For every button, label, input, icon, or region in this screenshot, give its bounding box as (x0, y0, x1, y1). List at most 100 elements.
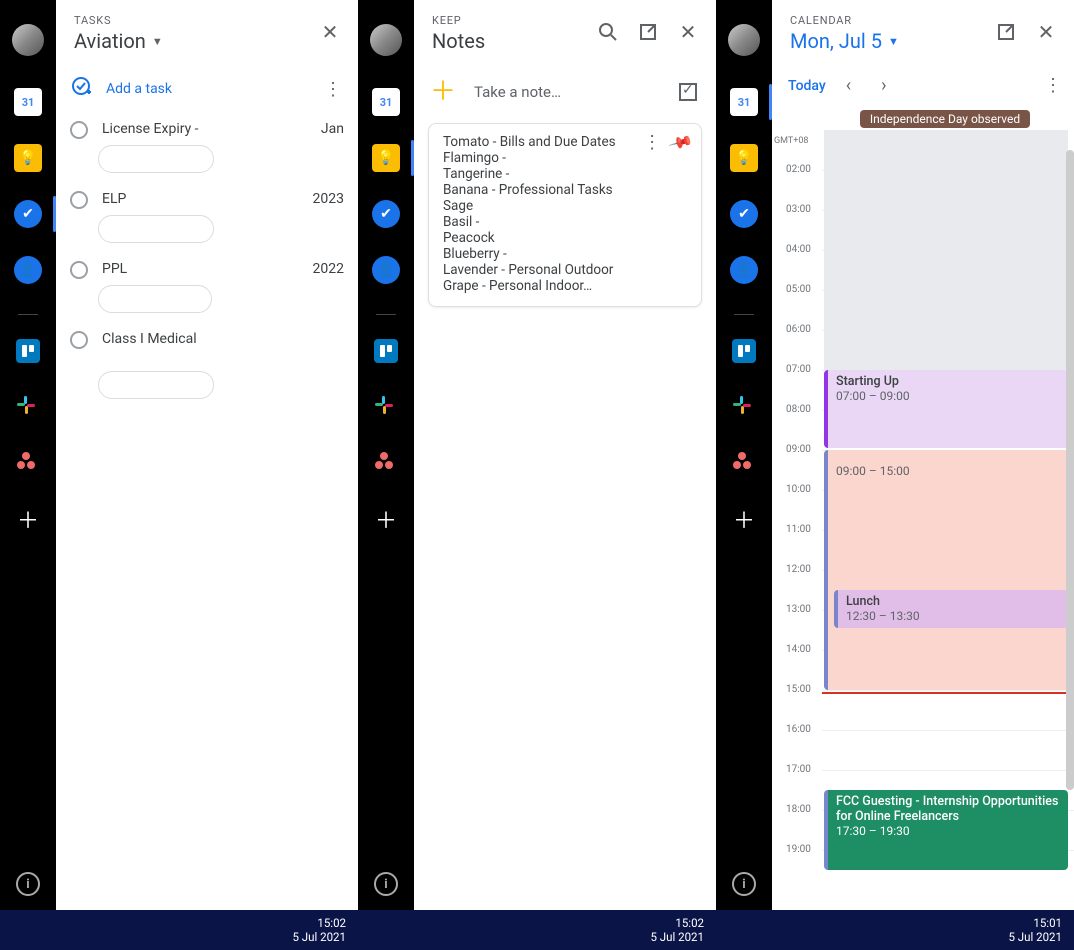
add-task-button[interactable]: Add a task (72, 77, 172, 101)
asana-app-icon[interactable] (726, 445, 762, 481)
calendar-event[interactable]: FCC Guesting - Internship Opportunities … (824, 790, 1068, 870)
allday-event[interactable]: Independence Day observed (860, 110, 1030, 128)
today-button[interactable]: Today (788, 78, 826, 94)
plus-icon: ＋ (430, 79, 456, 105)
clock-time: 15:02 (675, 916, 704, 930)
panel-eyebrow: TASKS (74, 14, 318, 27)
calendar-app-icon[interactable]: 31 (10, 84, 46, 120)
info-icon[interactable]: i (732, 872, 756, 896)
tasks-app-icon[interactable]: ✔ (726, 196, 762, 232)
take-note-button[interactable]: ＋ Take a note… (430, 79, 561, 105)
calendar-event[interactable]: 09:00 – 15:00 (824, 450, 1068, 690)
trello-app-icon[interactable] (368, 333, 404, 369)
close-icon[interactable]: ✕ (676, 20, 700, 44)
note-card[interactable]: ⋮ 📌 Tomato - Bills and Due Dates Flaming… (428, 123, 702, 307)
clock: 15:02 5 Jul 2021 (0, 910, 358, 950)
calendar-date-selector[interactable]: Mon, Jul 5 ▼ (790, 29, 994, 53)
asana-app-icon[interactable] (10, 445, 46, 481)
next-day-icon[interactable]: › (871, 71, 896, 100)
task-title: PPL (102, 261, 127, 277)
slack-app-icon[interactable] (10, 389, 46, 425)
clock-date: 5 Jul 2021 (650, 930, 704, 944)
hour-label: 15:00 (786, 684, 811, 695)
hour-label: 14:00 (786, 644, 811, 655)
divider (734, 314, 754, 315)
add-app-icon[interactable]: ＋ (10, 501, 46, 537)
task-item[interactable]: Class I Medical (66, 323, 348, 351)
task-checkbox[interactable] (70, 121, 88, 139)
hour-label: 12:00 (786, 564, 811, 575)
note-more-icon[interactable]: ⋮ (643, 132, 661, 153)
open-external-icon[interactable] (636, 20, 660, 44)
calendar-app-icon[interactable]: 31 (726, 84, 762, 120)
keep-app-icon[interactable]: 💡 (726, 140, 762, 176)
task-item[interactable]: PPL2022 (66, 253, 348, 281)
prev-day-icon[interactable]: ‹ (836, 71, 861, 100)
close-icon[interactable]: ✕ (318, 20, 342, 44)
task-checkbox[interactable] (70, 191, 88, 209)
contacts-app-icon[interactable]: 👤 (368, 252, 404, 288)
hour-line (822, 770, 1074, 771)
hour-label: 09:00 (786, 444, 811, 455)
tasks-app-icon[interactable]: ✔ (10, 196, 46, 232)
calendar-event[interactable]: Starting Up 07:00 – 09:00 (824, 370, 1068, 448)
open-external-icon[interactable] (994, 20, 1018, 44)
pin-icon[interactable]: 📌 (668, 129, 695, 155)
contacts-app-icon[interactable]: 👤 (726, 252, 762, 288)
avatar[interactable] (728, 24, 760, 56)
info-icon[interactable]: i (374, 872, 398, 896)
tasks-list-name: Aviation (74, 29, 146, 53)
add-task-icon (72, 77, 92, 101)
tasks-app-icon[interactable]: ✔ (368, 196, 404, 232)
calendar-event[interactable]: Lunch 12:30 – 13:30 (834, 590, 1068, 628)
task-date-chip[interactable] (98, 145, 214, 173)
hour-row[interactable]: 15:00 (772, 690, 1074, 730)
scrollbar[interactable] (1066, 150, 1074, 790)
panel-eyebrow: KEEP (432, 14, 596, 27)
more-icon[interactable]: ⋮ (324, 79, 342, 100)
keep-app-icon[interactable]: 💡 (10, 140, 46, 176)
hour-line (822, 690, 1074, 691)
add-app-icon[interactable]: ＋ (368, 501, 404, 537)
add-app-icon[interactable]: ＋ (726, 501, 762, 537)
calendar-app-icon[interactable]: 31 (368, 84, 404, 120)
event-time: 17:30 – 19:30 (836, 824, 1060, 838)
task-right: Jan (321, 121, 344, 137)
hour-line (822, 730, 1074, 731)
now-indicator (822, 692, 1074, 694)
slack-app-icon[interactable] (726, 389, 762, 425)
task-item[interactable]: ELP2023 (66, 183, 348, 211)
task-item[interactable]: License Expiry -Jan (66, 113, 348, 141)
search-icon[interactable] (596, 20, 620, 44)
trello-app-icon[interactable] (10, 333, 46, 369)
new-list-icon[interactable] (676, 80, 700, 104)
keep-app-icon[interactable]: 💡 (368, 140, 404, 176)
task-date-chip[interactable] (98, 215, 214, 243)
divider (376, 314, 396, 315)
slack-app-icon[interactable] (368, 389, 404, 425)
asana-app-icon[interactable] (368, 445, 404, 481)
note-line: Sage (443, 198, 687, 214)
hour-row[interactable]: 16:00 (772, 730, 1074, 770)
more-icon[interactable]: ⋮ (1044, 75, 1062, 96)
avatar[interactable] (12, 24, 44, 56)
task-date-chip[interactable] (98, 285, 212, 313)
clock: 15:01 5 Jul 2021 (716, 910, 1074, 950)
contacts-app-icon[interactable]: 👤 (10, 252, 46, 288)
task-title: Class I Medical (102, 331, 197, 347)
close-icon[interactable]: ✕ (1034, 20, 1058, 44)
hour-label: 18:00 (786, 804, 811, 815)
event-time: 09:00 – 15:00 (836, 464, 1060, 478)
trello-app-icon[interactable] (726, 333, 762, 369)
task-checkbox[interactable] (70, 261, 88, 279)
clock-date: 5 Jul 2021 (292, 930, 346, 944)
note-line: Grape - Personal Indoor… (443, 278, 687, 294)
event-title: FCC Guesting - Internship Opportunities … (836, 794, 1060, 824)
avatar[interactable] (370, 24, 402, 56)
task-date-chip[interactable] (98, 371, 214, 399)
tasks-list-selector[interactable]: Aviation ▼ (74, 29, 318, 53)
hour-label: 05:00 (786, 284, 811, 295)
task-checkbox[interactable] (70, 331, 88, 349)
info-icon[interactable]: i (16, 872, 40, 896)
panel-eyebrow: CALENDAR (790, 14, 994, 27)
